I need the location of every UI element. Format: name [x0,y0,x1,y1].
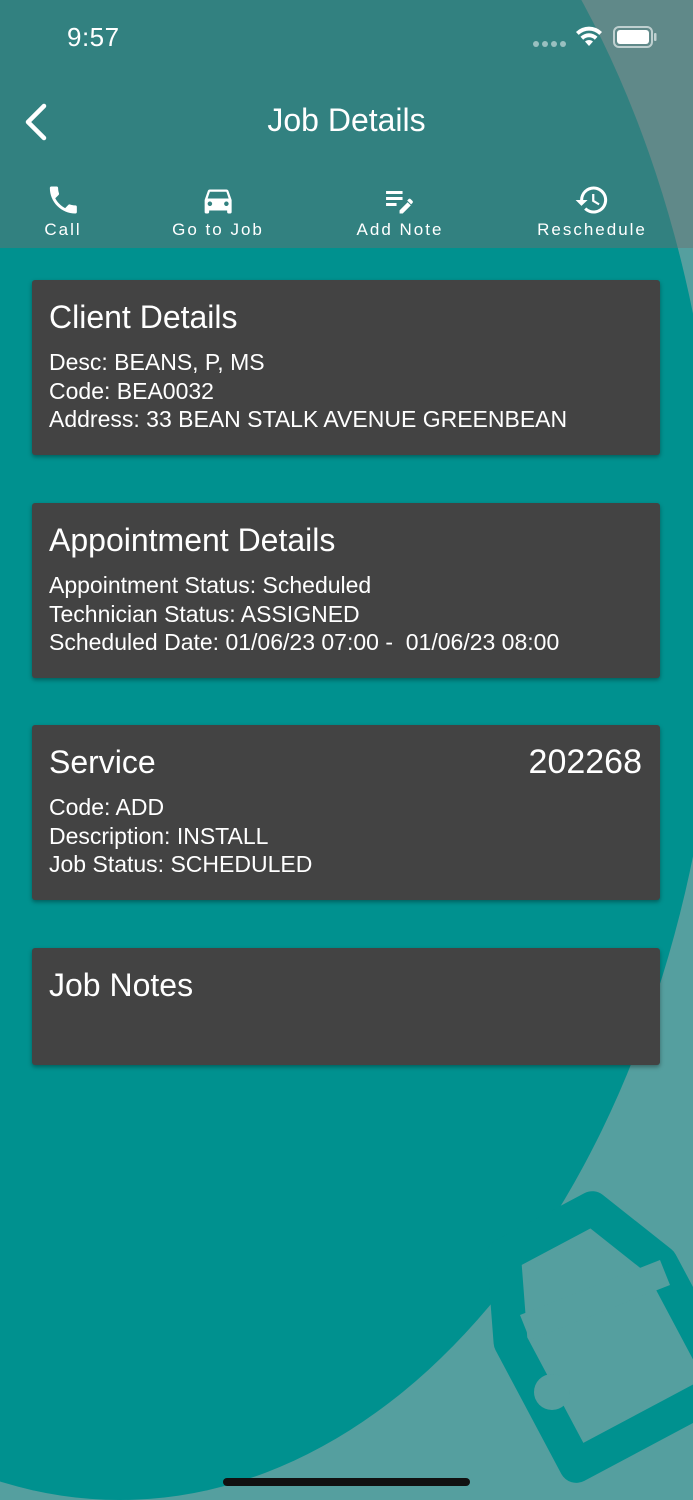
car-icon [204,189,232,214]
navigation-bar: Job Details [0,80,693,165]
job-notes-card: Job Notes [32,948,660,1065]
client-code: Code: BEA0032 [49,377,214,404]
page-title: Job Details [267,102,426,138]
reschedule-button[interactable]: Reschedule [537,182,647,240]
client-details-title: Client Details [49,299,238,335]
go-to-job-label: Go to Job [172,220,264,239]
add-note-label: Add Note [356,220,444,239]
service-number: 202268 [528,743,642,781]
phone-icon [49,186,77,214]
status-time: 9:57 [67,22,120,52]
history-icon [575,186,608,214]
service-card: Service 202268 Code: ADD Description: IN… [32,725,660,900]
action-bar: Call Go to Job Add Note Reschedule [0,182,693,248]
scheduled-date: Scheduled Date: 01/06/23 07:00 - 01/06/2… [49,629,560,655]
go-to-job-button[interactable]: Go to Job [172,182,264,240]
call-label: Call [44,220,82,239]
job-notes-title: Job Notes [49,967,194,1003]
service-code: Code: ADD [49,794,165,820]
appointment-details-title: Appointment Details [49,522,336,558]
client-address: Address: 33 BEAN STALK AVENUE GREENBEAN [49,406,568,432]
cellular-signal-icon [533,41,566,47]
status-bar: 9:57 [0,0,693,80]
background-car-watermark-icon [486,1191,693,1483]
technician-status: Technician Status: ASSIGNED [49,600,360,627]
client-details-card: Client Details Desc: BEANS, P, MS Code: … [32,280,660,455]
client-desc: Desc: BEANS, P, MS [49,349,265,375]
appointment-status: Appointment Status: Scheduled [49,572,372,598]
service-description: Description: INSTALL [49,822,269,849]
home-indicator[interactable] [223,1478,470,1486]
battery-icon [613,26,657,48]
job-status: Job Status: SCHEDULED [49,851,313,877]
add-note-button[interactable]: Add Note [357,182,444,240]
note-edit-icon [386,191,414,214]
reschedule-label: Reschedule [537,220,647,239]
appointment-details-card: Appointment Details Appointment Status: … [32,503,660,678]
call-button[interactable]: Call [44,182,81,240]
wifi-icon [576,26,602,46]
